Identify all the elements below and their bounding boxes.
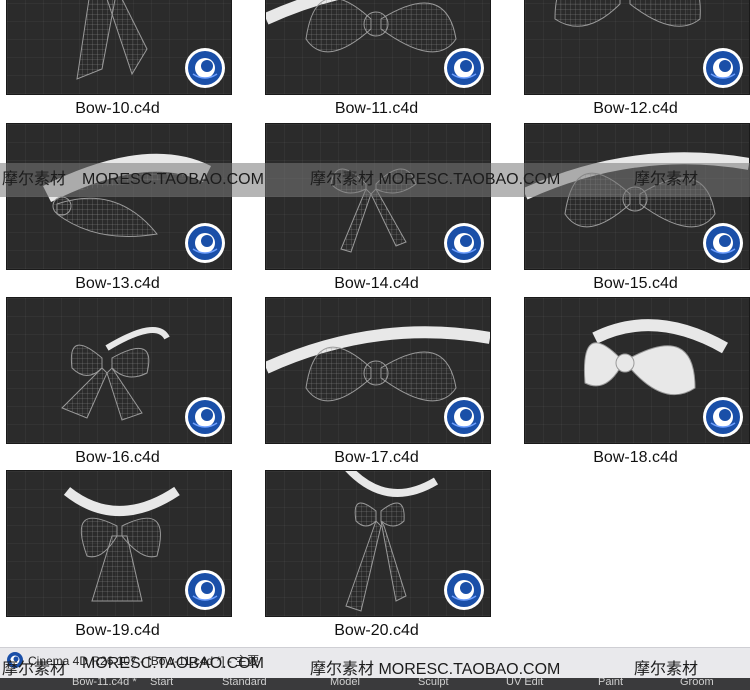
file-tile[interactable]: Bow-16.c4d [3, 297, 232, 469]
watermark-band-top: 摩尔素材 MORESC.TAOBAO.COM 摩尔素材 MORESC.TAOBA… [0, 163, 750, 197]
file-tile[interactable]: Bow-19.c4d [3, 470, 232, 642]
file-name[interactable]: Bow-11.c4d [262, 98, 491, 120]
file-thumbnail[interactable] [524, 297, 750, 444]
menubar-item[interactable]: Start [150, 678, 173, 688]
cinema4d-app-icon [6, 651, 24, 669]
watermark-text-a: 摩尔素材 [2, 171, 67, 188]
file-tile[interactable]: Bow-11.c4d [262, 0, 491, 120]
file-tile[interactable]: Bow-12.c4d [521, 0, 750, 120]
file-tile[interactable]: Bow-17.c4d [262, 297, 491, 469]
file-thumbnail[interactable] [6, 470, 232, 617]
file-name[interactable]: Bow-13.c4d [3, 273, 232, 295]
cinema4d-logo-icon [703, 48, 743, 88]
file-grid: Bow-10.c4d Bow-11.c4d Bow-12.c4d Bow-13.c4d… [0, 0, 750, 645]
taskbar[interactable]: Cinema 4D R26.107 - [Bow-11.c4d *] - 主要 … [0, 647, 750, 690]
file-name[interactable]: Bow-15.c4d [521, 273, 750, 295]
file-thumbnail[interactable] [6, 0, 232, 95]
menubar: Bow-11.c4d * Start Standard Model Sculpt UV E… [0, 678, 750, 690]
file-name[interactable]: Bow-20.c4d [262, 620, 491, 642]
file-tile[interactable]: Bow-14.c4d [262, 123, 491, 295]
file-thumbnail[interactable] [524, 0, 750, 95]
file-name[interactable]: Bow-12.c4d [521, 98, 750, 120]
file-name[interactable]: Bow-14.c4d [262, 273, 491, 295]
menubar-item[interactable]: Bow-11.c4d * [72, 678, 137, 688]
cinema4d-logo-icon [185, 570, 225, 610]
menubar-item[interactable]: Groom [680, 678, 714, 688]
watermark-text-b: MORESC.TAOBAO.COM [82, 171, 264, 188]
file-tile[interactable]: Bow-15.c4d [521, 123, 750, 295]
file-tile[interactable]: Bow-18.c4d [521, 297, 750, 469]
cinema4d-logo-icon [185, 223, 225, 263]
file-thumbnail[interactable] [265, 470, 491, 617]
window-title[interactable]: Cinema 4D R26.107 - [Bow-11.c4d *] - 主要 [28, 652, 259, 669]
file-tile[interactable]: Bow-10.c4d [3, 0, 232, 120]
file-name[interactable]: Bow-10.c4d [3, 98, 232, 120]
file-thumbnail[interactable] [6, 297, 232, 444]
file-name[interactable]: Bow-18.c4d [521, 447, 750, 469]
cinema4d-logo-icon [185, 397, 225, 437]
file-tile[interactable]: Bow-20.c4d [262, 470, 491, 642]
cinema4d-logo-icon [444, 223, 484, 263]
cinema4d-logo-icon [444, 48, 484, 88]
file-name[interactable]: Bow-19.c4d [3, 620, 232, 642]
cinema4d-logo-icon [444, 397, 484, 437]
menubar-item[interactable]: Paint [598, 678, 623, 688]
watermark-text-d: 摩尔素材 [634, 171, 699, 188]
cinema4d-logo-icon [703, 223, 743, 263]
file-thumbnail[interactable] [265, 0, 491, 95]
file-name[interactable]: Bow-16.c4d [3, 447, 232, 469]
file-thumbnail[interactable] [265, 297, 491, 444]
menubar-item[interactable]: Sculpt [418, 678, 449, 688]
watermark-text-c: 摩尔素材 MORESC.TAOBAO.COM [310, 171, 561, 188]
menubar-item[interactable]: UV Edit [506, 678, 543, 688]
file-tile[interactable]: Bow-13.c4d [3, 123, 232, 295]
file-name[interactable]: Bow-17.c4d [262, 447, 491, 469]
cinema4d-logo-icon [185, 48, 225, 88]
menubar-item[interactable]: Standard [222, 678, 267, 688]
cinema4d-logo-icon [703, 397, 743, 437]
cinema4d-logo-icon [444, 570, 484, 610]
menubar-item[interactable]: Model [330, 678, 360, 688]
